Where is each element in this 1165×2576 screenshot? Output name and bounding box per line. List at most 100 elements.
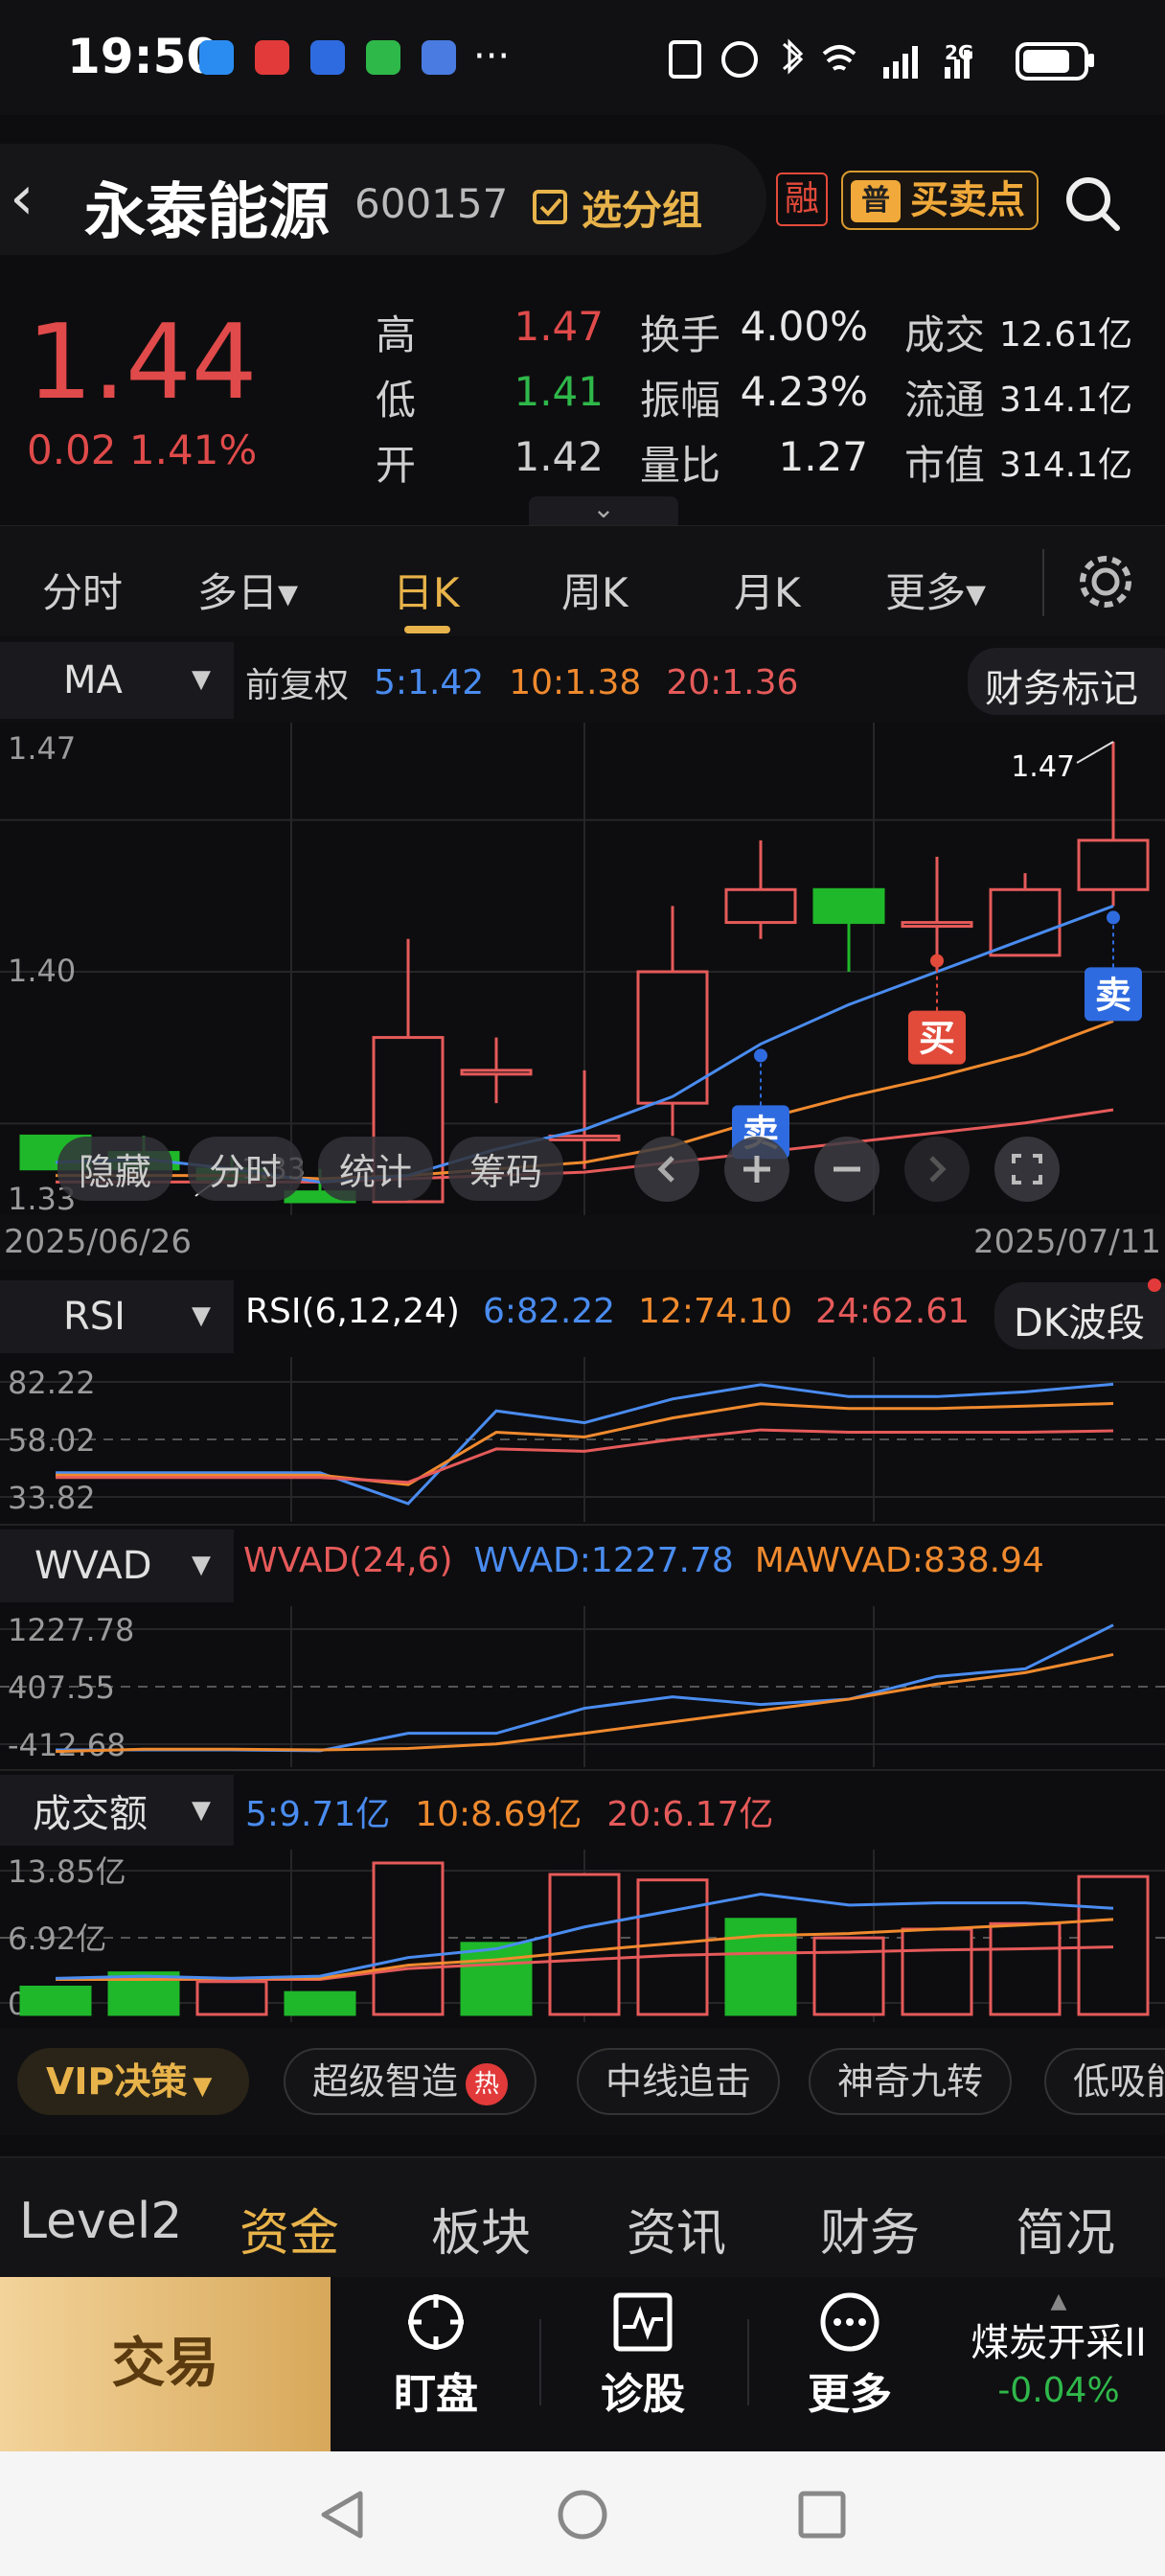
- ma-selector[interactable]: MA ▼: [0, 642, 234, 719]
- dropdown-icon: ▼: [193, 2072, 213, 2101]
- dk-band-button[interactable]: DK波段: [994, 1282, 1165, 1349]
- price-change: 0.02 1.41%: [27, 426, 258, 473]
- strategy-chip[interactable]: 中线追击: [577, 2048, 781, 2115]
- tab-0[interactable]: 分时: [42, 561, 123, 619]
- info-tab-5[interactable]: 简况: [1016, 2193, 1115, 2265]
- nav-home-icon[interactable]: [556, 2488, 609, 2542]
- amount-chart[interactable]: 13.85亿6.92亿0.00: [0, 1850, 1165, 2022]
- chevron-left-icon[interactable]: [632, 1135, 701, 1204]
- amount-bar: [901, 1927, 973, 2016]
- wvad-chart[interactable]: 1227.78 407.55 -412.68: [0, 1606, 1165, 1767]
- back-button[interactable]: ‹: [10, 163, 34, 234]
- rsi-title: RSI(6,12,24): [245, 1292, 460, 1331]
- amount-bar: [372, 1861, 445, 2016]
- info-tab-0[interactable]: Level2: [19, 2193, 182, 2250]
- candle-body: [1077, 839, 1150, 891]
- more-button[interactable]: 更多: [778, 2290, 922, 2421]
- rsi-chart[interactable]: 82.22 58.02 33.82: [0, 1357, 1165, 1522]
- buy-sell-points-button[interactable]: 普 买卖点: [841, 171, 1039, 230]
- amount-bar: [460, 1942, 533, 2016]
- fullscreen-icon[interactable]: [993, 1135, 1062, 1204]
- gear-icon[interactable]: [1075, 551, 1136, 612]
- rsi-selector[interactable]: RSI ▼: [0, 1280, 234, 1353]
- hide-button[interactable]: 隐藏: [57, 1137, 173, 1201]
- stock-code: 600157: [354, 180, 509, 227]
- rsi6-value: 6:82.22: [482, 1292, 616, 1331]
- rsi-panel-header: RSI ▼ RSI(6,12,24) 6:82.22 12:74.10 24:6…: [0, 1275, 1165, 1357]
- diagnose-button[interactable]: 诊股: [571, 2290, 715, 2421]
- amount-bar: [284, 1990, 356, 2016]
- search-icon[interactable]: [1062, 172, 1123, 234]
- y-axis-label: 6.92亿: [8, 1920, 106, 1957]
- wvad-selector[interactable]: WVAD ▼: [0, 1530, 234, 1602]
- strategy-chip[interactable]: 低吸能: [1044, 2048, 1165, 2115]
- amount-bar: [19, 1985, 92, 2016]
- chips-button[interactable]: 筹码: [448, 1137, 564, 1201]
- tab-1[interactable]: 多日▾: [197, 561, 298, 619]
- quote-value: 314.1亿: [998, 446, 1132, 485]
- nav-back-icon[interactable]: [316, 2488, 370, 2542]
- y-axis-label: 82.22: [8, 1365, 96, 1401]
- candle-body: [901, 921, 973, 929]
- pulse-chart-icon: [613, 2292, 673, 2352]
- quote-value: 1.47: [514, 303, 604, 350]
- quote-value: 4.23%: [740, 368, 868, 415]
- info-tab-3[interactable]: 资讯: [627, 2193, 726, 2265]
- strategy-chip-label: 超级智造: [312, 2060, 459, 2103]
- pu-badge-icon: 普: [851, 180, 901, 222]
- info-tab-1[interactable]: 资金: [240, 2193, 339, 2265]
- amount-ma5: 5:9.71亿: [245, 1795, 391, 1834]
- tab-4[interactable]: 月K: [734, 561, 801, 619]
- strategy-chip[interactable]: 神奇九转: [809, 2048, 1013, 2115]
- date-axis: 2025/06/26 2025/07/11: [0, 1215, 1165, 1269]
- stats-button[interactable]: 统计: [318, 1137, 434, 1201]
- trade-button[interactable]: 交易: [0, 2277, 331, 2451]
- sector-change: -0.04%: [997, 2371, 1120, 2410]
- high-label: 1.47: [1011, 750, 1075, 784]
- tab-2[interactable]: 日K: [393, 561, 460, 619]
- nav-recents-icon[interactable]: [797, 2490, 847, 2540]
- buy-sell-label: 买卖点: [910, 178, 1025, 222]
- vip-decision-button[interactable]: VIP决策 ▼: [17, 2048, 249, 2115]
- signal-icon: [912, 46, 918, 79]
- rsi12-value: 12:74.10: [638, 1292, 793, 1331]
- amount-bar: [989, 1921, 1062, 2016]
- chevron-right-icon[interactable]: [902, 1135, 971, 1204]
- status-bar: 19:50 ··· 2G: [0, 0, 1165, 115]
- signal-label: 买: [919, 1018, 955, 1060]
- sector-info[interactable]: ▲ 煤炭开采II -0.04%: [952, 2291, 1165, 2411]
- finance-marker-button[interactable]: 财务标记: [968, 648, 1165, 715]
- quote-value: 1.41: [514, 368, 604, 415]
- wvad-panel-header: WVAD ▼ WVAD(24,6) WVAD:1227.78 MAWVAD:83…: [0, 1524, 1165, 1606]
- info-tab-2[interactable]: 板块: [431, 2193, 531, 2265]
- tab-3[interactable]: 周K: [561, 561, 628, 619]
- y-axis-label: 1227.78: [8, 1612, 134, 1648]
- amount-ma10: 10:8.69亿: [415, 1795, 582, 1834]
- tab-5[interactable]: 更多▾: [885, 561, 986, 619]
- zoom-out-icon[interactable]: [812, 1135, 881, 1204]
- zoom-in-icon[interactable]: [722, 1135, 791, 1204]
- quote-label: 市值: [904, 442, 986, 489]
- expand-quote-icon[interactable]: ⌄: [529, 495, 678, 525]
- fenshi-button[interactable]: 分时: [188, 1137, 304, 1201]
- info-tab-4[interactable]: 财务: [820, 2193, 920, 2265]
- wifi-icon: [822, 45, 857, 71]
- strategy-chip-label: 中线追击: [605, 2060, 752, 2103]
- c-app-icon: [255, 40, 289, 75]
- chart-nav-buttons: [632, 1135, 1062, 1204]
- amount-bar: [195, 1980, 268, 2016]
- amount-selector[interactable]: 成交额 ▼: [0, 1775, 234, 1846]
- amount-bar: [636, 1878, 709, 2016]
- checkbox-edit-icon: [533, 189, 567, 224]
- stock-header: ‹ 永泰能源 600157 选分组: [0, 144, 766, 255]
- period-tabs: 分时 多日▾ 日K 周K 月K 更多▾: [0, 525, 1165, 636]
- y-axis-label: 58.02: [8, 1422, 96, 1459]
- select-group-button[interactable]: 选分组: [532, 178, 702, 237]
- strategy-chip[interactable]: 超级智造热: [284, 2048, 537, 2115]
- watch-button[interactable]: 盯盘: [364, 2290, 508, 2421]
- nfc-icon: [669, 40, 701, 79]
- system-nav-bar: [0, 2451, 1165, 2576]
- adjust-mode: 前复权: [245, 666, 350, 705]
- quote-label: 低: [376, 377, 417, 424]
- margin-trading-badge[interactable]: 融: [776, 172, 828, 226]
